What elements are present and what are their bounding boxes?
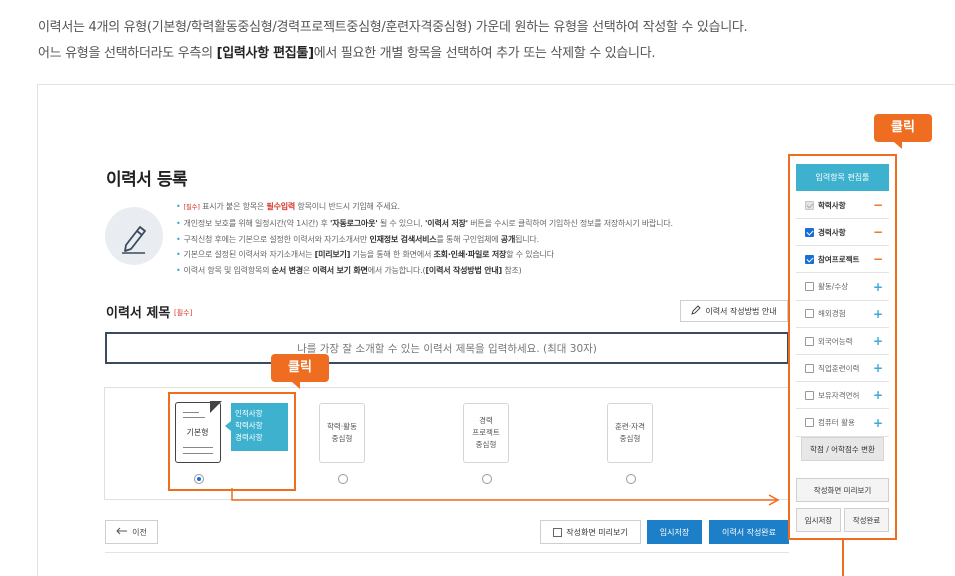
guide-button[interactable]: 이력서 작성방법 안내 (680, 300, 788, 322)
notice-item: • 기본으로 설정된 이력서와 자기소개서는 [미리보기] 기능을 통해 한 화면… (176, 247, 673, 263)
career-type-radio[interactable] (482, 474, 492, 484)
notice-item: • 구직신청 후에는 기본으로 설정한 이력서와 자기소개서만 인재정보 검색서비… (176, 232, 673, 248)
editor-panel-highlight (788, 154, 897, 540)
connector-line (842, 540, 844, 576)
notice-text: 에서 가능합니다.( (367, 266, 426, 276)
resume-title-input[interactable]: 나를 가장 잘 소개할 수 있는 이력서 제목을 입력하세요. (최대 30자) (105, 332, 789, 364)
notice-text: 인재정보 검색서비스 (369, 234, 437, 244)
card-line: 훈련·자격 (615, 422, 645, 431)
notice-text: '자동로그아웃' (330, 218, 378, 228)
temp-save-button[interactable]: 임시저장 (647, 520, 702, 544)
bullet-icon: • (176, 234, 181, 244)
card-line: 경력 (479, 416, 493, 425)
notice-text: 참조) (501, 266, 522, 276)
pencil-icon (691, 305, 702, 317)
preview-icon (553, 527, 563, 537)
required-mark: [필수] (174, 309, 193, 317)
notice-text: 될 수 있으니, (377, 218, 426, 228)
intro-line-2: 어느 유형을 선택하더라도 우측의 [입력사항 편집툴]에서 필요한 개별 항목… (38, 46, 656, 61)
bullet-icon: • (176, 218, 181, 228)
notice-text: 개인정보 보호를 위해 일정시간(약 1시간) 후 (183, 218, 331, 228)
intro-line-1: 이력서는 4개의 유형(기본형/학력활동중심형/경력프로젝트중심형/훈련자격중심… (38, 20, 748, 35)
prev-button[interactable]: 이전 (105, 520, 158, 544)
prev-button-label: 이전 (132, 527, 147, 537)
callout-tail (292, 382, 300, 389)
bullet-icon: • (176, 202, 181, 211)
click-callout-2: 클릭 (874, 114, 932, 142)
notice-text: 기본으로 설정된 이력서와 자기소개서는 (183, 250, 315, 260)
notice-text: 됩니다. (515, 234, 539, 244)
resume-title-label: 이력서 제목 (106, 306, 171, 321)
activity-type-card[interactable]: 학력·활동중심형 (319, 403, 365, 463)
card-line: 중심형 (475, 440, 497, 449)
arrow-icon (231, 488, 780, 506)
notice-text: 조회·인쇄·파일로 저장 (433, 250, 507, 260)
career-type-card[interactable]: 경력프로젝트중심형 (463, 403, 509, 463)
preview-button[interactable]: 작성화면 미리보기 (540, 520, 641, 544)
guide-button-label: 이력서 작성방법 안내 (705, 306, 777, 316)
page-title: 이력서 등록 (106, 170, 188, 190)
notice-text: 기능을 통해 한 화면에서 (350, 250, 434, 260)
notice-text: 은 (302, 266, 313, 276)
training-type-card[interactable]: 훈련·자격중심형 (607, 403, 653, 463)
notice-item: • 개인정보 보호를 위해 일정시간(약 1시간) 후 '자동로그아웃' 될 수 … (176, 216, 673, 232)
divider (105, 552, 789, 553)
notice-text: 순서 변경 (271, 266, 303, 276)
card-line: 프로젝트 (472, 428, 500, 437)
complete-button[interactable]: 이력서 작성완료 (709, 520, 789, 544)
card-line: 중심형 (331, 434, 353, 443)
notice-text: 공개 (500, 234, 516, 244)
notice-text: [필수] (183, 203, 200, 211)
notice-text: 구직신청 후에는 기본으로 설정한 이력서와 자기소개서만 (183, 234, 370, 244)
notice-text: 이력서 보기 화면 (312, 266, 368, 276)
resume-title-placeholder: 나를 가장 잘 소개할 수 있는 이력서 제목을 입력하세요. (최대 30자) (297, 342, 597, 355)
notice-text: [이력서 작성방법 안내] (425, 266, 502, 276)
notice-text: [미리보기] (314, 250, 351, 260)
notice-item: • 이력서 항목 및 입력항목의 순서 변경은 이력서 보기 화면에서 가능합니다… (176, 263, 673, 279)
notice-text: '이력서 저장' (425, 218, 468, 228)
activity-type-radio[interactable] (338, 474, 348, 484)
basic-type-highlight (168, 392, 296, 491)
bullet-icon: • (176, 266, 181, 276)
notice-text: 를 통해 구인업체에 (436, 234, 501, 244)
card-line: 중심형 (619, 434, 641, 443)
notice-text: 항목이니 반드시 기입해 주세요. (295, 202, 400, 211)
notice-text: 필수입력 (266, 202, 296, 211)
callout-tail (894, 142, 902, 149)
notice-text: 버튼을 수시로 클릭하여 기입하신 정보를 저장하시기 바랍니다. (467, 218, 673, 228)
notice-item: • [필수] 표시가 붙은 항목은 필수입력 항목이니 반드시 기입해 주세요. (176, 199, 673, 216)
training-type-radio[interactable] (626, 474, 636, 484)
notice-text: 이력서 항목 및 입력항목의 (183, 266, 272, 276)
preview-button-label: 작성화면 미리보기 (566, 527, 628, 537)
pen-icon (105, 207, 163, 265)
bullet-icon: • (176, 250, 181, 260)
click-callout-1: 클릭 (271, 354, 329, 382)
notice-list: • [필수] 표시가 붙은 항목은 필수입력 항목이니 반드시 기입해 주세요. •… (176, 199, 673, 279)
notice-text: 할 수 있습니다 (506, 250, 554, 260)
card-line: 학력·활동 (327, 422, 357, 431)
arrow-left-icon (116, 527, 128, 537)
notice-text: 표시가 붙은 항목은 (199, 202, 267, 211)
